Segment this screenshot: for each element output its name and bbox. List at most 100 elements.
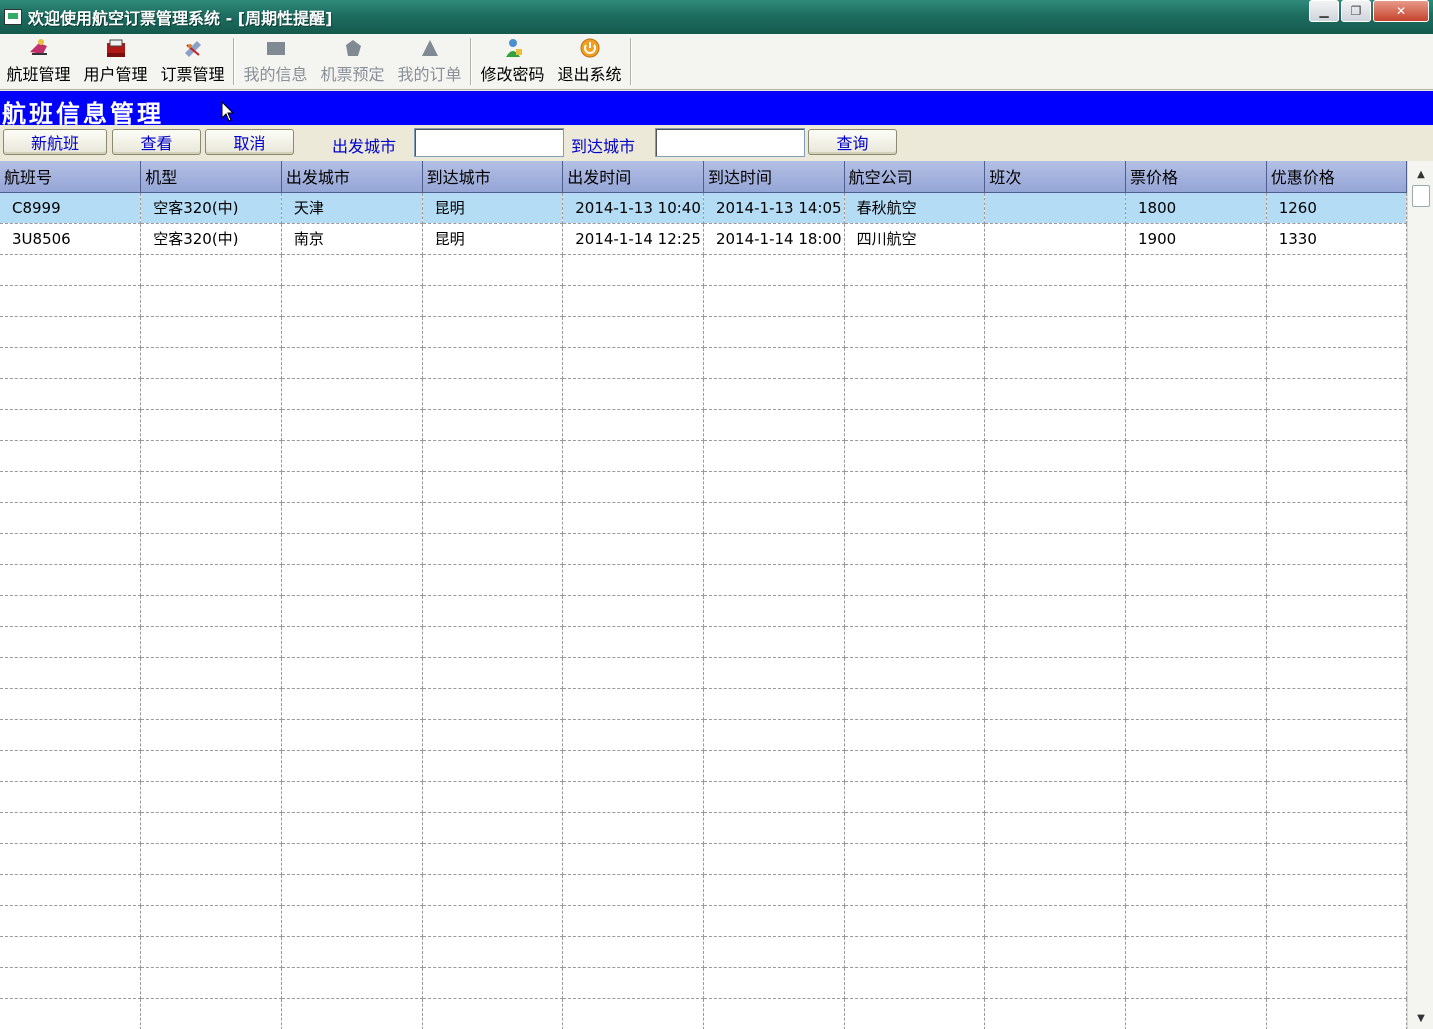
table-row-empty[interactable] — [0, 595, 1407, 627]
table-cell — [281, 936, 423, 968]
table-row-empty[interactable] — [0, 440, 1407, 472]
table-cell — [140, 254, 282, 286]
scroll-down-icon[interactable]: ▼ — [1412, 1009, 1430, 1027]
scroll-thumb[interactable] — [1412, 185, 1430, 207]
table-row-empty[interactable] — [0, 285, 1407, 317]
departure-city-input[interactable] — [414, 128, 564, 157]
table-cell: 空客320(中) — [140, 192, 282, 224]
cancel-button[interactable]: 取消 — [205, 129, 294, 155]
restore-icon: ❐ — [1350, 4, 1362, 18]
table-cell — [140, 502, 282, 534]
table-row[interactable]: 3U8506 空客320(中) 南京 昆明 2014-1-14 12:25 2014-1-… — [0, 223, 1407, 255]
column-header-departure-time[interactable]: 出发时间 — [562, 161, 704, 193]
table-cell — [703, 254, 845, 286]
table-cell: 1900 — [1125, 223, 1267, 255]
table-cell — [140, 843, 282, 875]
table-cell — [1125, 285, 1267, 317]
table-cell: 空客320(中) — [140, 223, 282, 255]
table-cell — [1125, 626, 1267, 658]
column-header-discount-price[interactable]: 优惠价格 — [1266, 161, 1407, 193]
table-row[interactable]: C8999 空客320(中) 天津 昆明 2014-1-13 10:40 2014-1-1… — [0, 192, 1407, 224]
query-button[interactable]: 查询 — [808, 129, 897, 155]
toolbar-my-orders[interactable]: 我的订单 — [391, 34, 468, 89]
table-cell — [140, 874, 282, 906]
table-cell — [844, 564, 986, 596]
table-cell — [703, 905, 845, 937]
toolbar-user-management[interactable]: 用户管理 — [77, 34, 154, 89]
new-flight-button[interactable]: 新航班 — [3, 129, 107, 155]
table-row-empty[interactable] — [0, 688, 1407, 720]
toolbar-exit-system[interactable]: 退出系统 — [551, 34, 628, 89]
table-cell — [703, 967, 845, 999]
table-cell — [984, 440, 1126, 472]
table-cell — [984, 874, 1126, 906]
table-cell — [140, 471, 282, 503]
table-row-empty[interactable] — [0, 378, 1407, 410]
toolbar-ticket-management[interactable]: 订票管理 — [154, 34, 231, 89]
table-row-empty[interactable] — [0, 719, 1407, 751]
view-button[interactable]: 查看 — [112, 129, 201, 155]
table-row-empty[interactable] — [0, 843, 1407, 875]
column-header-departure-city[interactable]: 出发城市 — [281, 161, 423, 193]
vertical-scrollbar[interactable]: ▲ ▼ — [1407, 161, 1433, 1029]
table-cell — [140, 285, 282, 317]
table-cell — [281, 812, 423, 844]
table-cell — [844, 378, 986, 410]
toolbar-my-info[interactable]: 我的信息 — [237, 34, 314, 89]
table-row-empty[interactable] — [0, 781, 1407, 813]
user-book-icon — [104, 37, 128, 59]
column-header-flight-no[interactable]: 航班号 — [0, 161, 142, 193]
table-cell — [0, 657, 142, 689]
table-row-empty[interactable] — [0, 936, 1407, 968]
scroll-up-icon[interactable]: ▲ — [1412, 165, 1430, 183]
column-header-arrival-time[interactable]: 到达时间 — [703, 161, 845, 193]
column-header-arrival-city[interactable]: 到达城市 — [422, 161, 564, 193]
table-cell — [281, 378, 423, 410]
table-row-empty[interactable] — [0, 967, 1407, 999]
table-row-empty[interactable] — [0, 502, 1407, 534]
table-row-empty[interactable] — [0, 347, 1407, 379]
table-cell — [703, 998, 845, 1029]
table-row-empty[interactable] — [0, 998, 1407, 1029]
table-row-empty[interactable] — [0, 564, 1407, 596]
table-cell — [140, 719, 282, 751]
restore-button[interactable]: ❐ — [1341, 0, 1371, 22]
table-cell: 1330 — [1266, 223, 1407, 255]
table-row-empty[interactable] — [0, 254, 1407, 286]
column-header-airline[interactable]: 航空公司 — [844, 161, 986, 193]
table-cell — [0, 719, 142, 751]
table-cell — [703, 378, 845, 410]
table-cell — [844, 843, 986, 875]
toolbar-change-password[interactable]: 修改密码 — [474, 34, 551, 89]
toolbar-ticket-booking[interactable]: 机票预定 — [314, 34, 391, 89]
arrival-city-input[interactable] — [655, 128, 805, 157]
table-cell — [984, 750, 1126, 782]
table-row-empty[interactable] — [0, 812, 1407, 844]
minimize-button[interactable]: ▁ — [1309, 0, 1339, 22]
table-cell — [281, 750, 423, 782]
close-button[interactable]: ✕ — [1373, 0, 1429, 22]
table-row-empty[interactable] — [0, 874, 1407, 906]
table-cell — [1266, 812, 1407, 844]
table-cell — [703, 533, 845, 565]
table-cell — [984, 502, 1126, 534]
table-row-empty[interactable] — [0, 657, 1407, 689]
table-row-empty[interactable] — [0, 409, 1407, 441]
table-row-empty[interactable] — [0, 316, 1407, 348]
window-controls: ▁ ❐ ✕ — [1309, 0, 1429, 22]
table-row-empty[interactable] — [0, 750, 1407, 782]
column-header-price[interactable]: 票价格 — [1125, 161, 1267, 193]
minimize-icon: ▁ — [1319, 4, 1329, 18]
toolbar-flight-management[interactable]: 航班管理 — [0, 34, 77, 89]
table-cell — [562, 905, 704, 937]
table-cell — [562, 936, 704, 968]
table-row-empty[interactable] — [0, 905, 1407, 937]
table-row-empty[interactable] — [0, 626, 1407, 658]
table-cell — [703, 657, 845, 689]
table-cell — [844, 595, 986, 627]
column-header-schedule[interactable]: 班次 — [984, 161, 1126, 193]
column-header-aircraft-type[interactable]: 机型 — [140, 161, 282, 193]
table-cell — [0, 781, 142, 813]
table-row-empty[interactable] — [0, 533, 1407, 565]
table-row-empty[interactable] — [0, 471, 1407, 503]
